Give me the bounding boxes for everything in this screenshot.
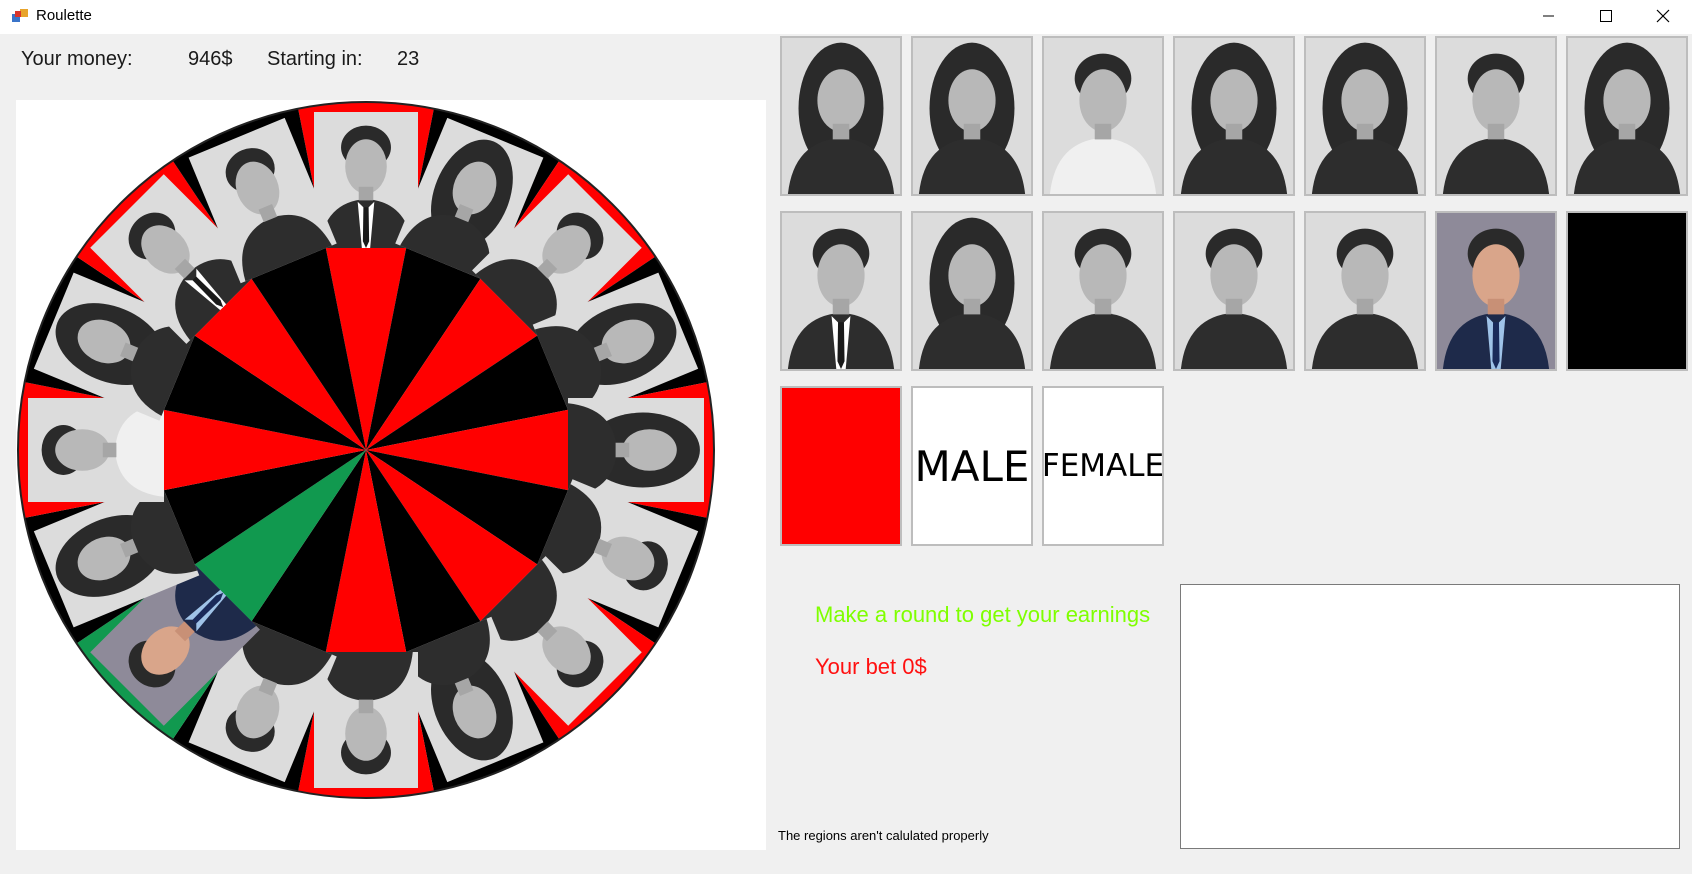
- bet-card-black-card[interactable]: [1566, 211, 1688, 371]
- bet-message: Your bet 0$: [815, 654, 927, 679]
- bet-card-woman-curly-hair[interactable]: [911, 211, 1033, 371]
- bet-card-man-suit-tie-goatee[interactable]: [780, 211, 902, 371]
- minimize-icon: [1542, 15, 1554, 17]
- countdown-label: Starting in:: [267, 48, 363, 70]
- bet-card-red[interactable]: [780, 386, 902, 546]
- money-label: Your money:: [21, 48, 133, 70]
- roulette-wheel[interactable]: [16, 100, 766, 850]
- bet-card-woman-bangs[interactable]: [1304, 36, 1426, 196]
- title-bar: Roulette: [0, 0, 1692, 34]
- bet-card-woman-dark-hair[interactable]: [1173, 36, 1295, 196]
- bet-card-man-blue-suit-color[interactable]: [1435, 211, 1557, 371]
- bet-card-man-white-shirt[interactable]: [1042, 36, 1164, 196]
- maximize-icon: [1599, 10, 1612, 22]
- close-button[interactable]: [1635, 0, 1690, 32]
- bet-card-man-sweater[interactable]: [1304, 211, 1426, 371]
- male-label: MALE: [914, 441, 1030, 491]
- countdown-value: 23: [397, 48, 420, 70]
- bet-card-woman-long-hair-dark[interactable]: [1566, 36, 1688, 196]
- female-label: FEMALE: [1042, 448, 1164, 484]
- bet-card-woman-scarf[interactable]: [911, 36, 1033, 196]
- close-icon: [1656, 9, 1669, 23]
- bet-card-woman-long-hair[interactable]: [780, 36, 902, 196]
- bet-card-female[interactable]: FEMALE: [1042, 386, 1164, 546]
- maximize-button[interactable]: [1578, 0, 1633, 32]
- money-value: 946$: [188, 48, 233, 70]
- roulette-app-icon: [12, 9, 28, 22]
- bet-card-man-dark-shirt[interactable]: [1435, 36, 1557, 196]
- minimize-button[interactable]: [1521, 0, 1576, 32]
- bet-card-male[interactable]: MALE: [911, 386, 1033, 546]
- bet-card-man-black-shirt[interactable]: [1173, 211, 1295, 371]
- window-title: Roulette: [36, 7, 92, 24]
- earnings-message: Make a round to get your earnings: [815, 602, 1151, 627]
- roulette-wheel-panel: [16, 100, 766, 850]
- bet-card-man-grey-hoodie[interactable]: [1042, 211, 1164, 371]
- regions-note: The regions aren't calulated properly: [778, 828, 989, 843]
- results-log-box[interactable]: [1180, 584, 1680, 849]
